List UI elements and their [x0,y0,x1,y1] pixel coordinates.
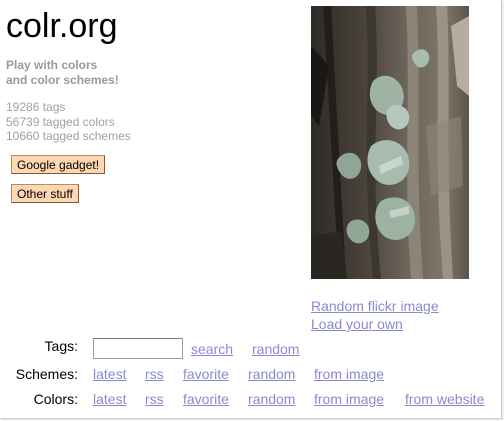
schemes-random-link[interactable]: random [248,366,295,383]
tags-random-link[interactable]: random [252,341,299,358]
schemes-rss-link[interactable]: rss [145,366,164,383]
stat-colors: 56739 tagged colors [6,114,115,129]
schemes-label: Schemes: [15,366,78,382]
colors-favorite-link[interactable]: favorite [183,391,229,408]
colors-from-image-link[interactable]: from image [314,391,384,408]
other-stuff-button[interactable]: Other stuff [11,184,79,203]
photo-image [311,6,469,279]
stat-schemes: 10660 tagged schemes [6,129,131,143]
tagline-line-1: Play with colors [6,58,98,72]
google-gadget-button[interactable]: Google gadget! [11,155,106,174]
schemes-favorite-link[interactable]: favorite [183,366,229,383]
colors-latest-link[interactable]: latest [93,391,126,408]
tree-bark-photo [311,6,469,279]
stat-tags: 19286 tags [6,100,66,114]
colors-rss-link[interactable]: rss [145,391,164,408]
colors-label: Colors: [33,391,78,407]
schemes-latest-link[interactable]: latest [93,366,126,383]
schemes-from-image-link[interactable]: from image [314,366,384,383]
stats-block: 19286 tags 56739 tagged colors 10660 tag… [6,100,131,144]
tags-label: Tags: [44,338,78,354]
tags-search-link[interactable]: search [191,341,233,358]
colors-from-website-link[interactable]: from website [405,391,484,408]
tagline: Play with colors and color schemes! [6,58,119,88]
tags-search-input[interactable] [93,338,183,359]
load-your-own-link[interactable]: Load your own [311,316,403,333]
colors-random-link[interactable]: random [248,391,295,408]
site-title: colr.org [6,7,118,45]
tagline-line-2: and color schemes! [6,73,119,87]
random-flickr-image-link[interactable]: Random flickr image [311,298,439,315]
